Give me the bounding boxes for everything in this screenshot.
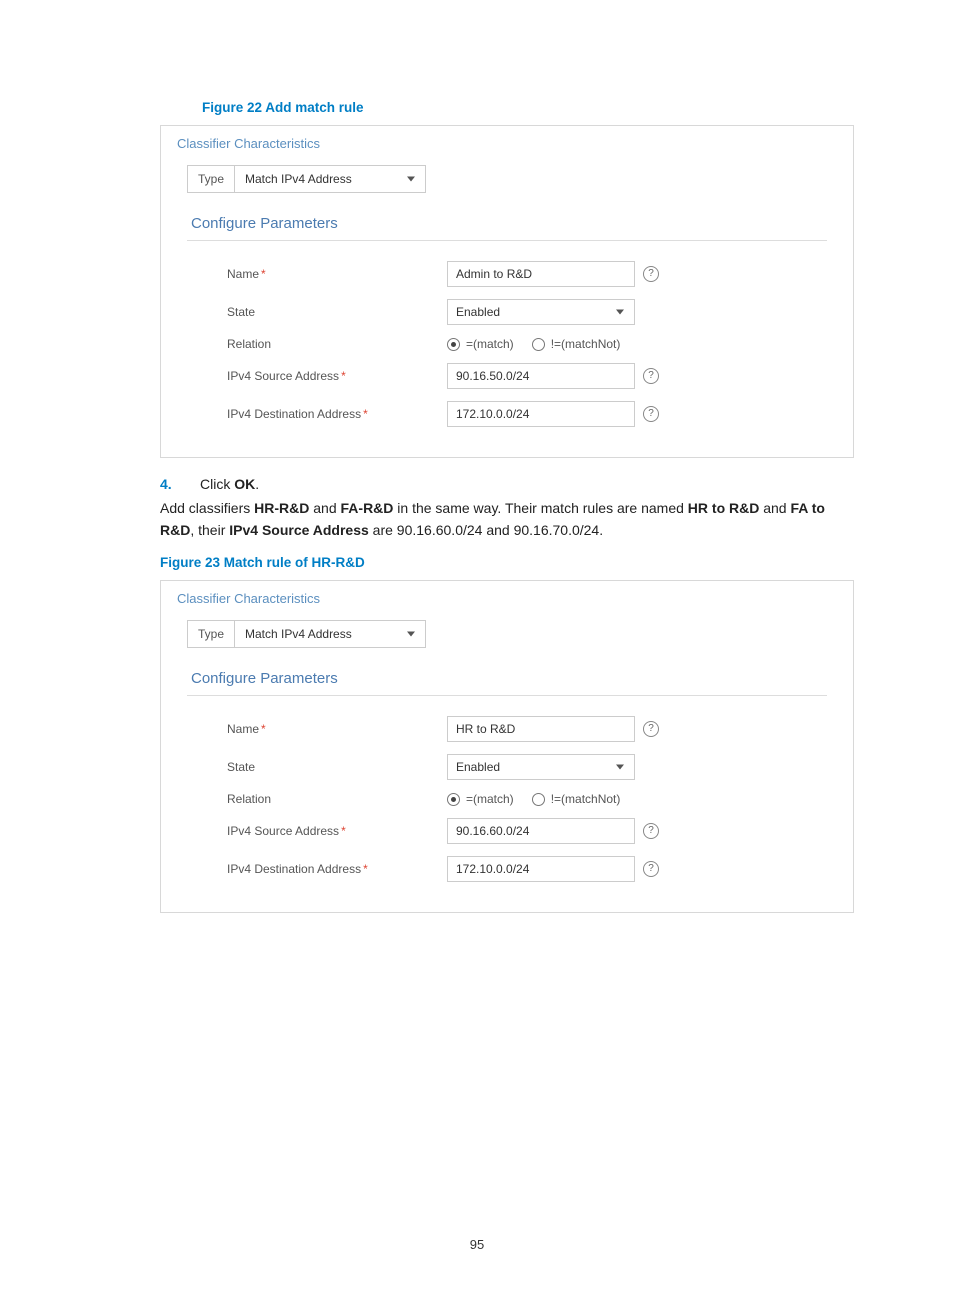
relation-radio-group: =(match) !=(matchNot) [447, 792, 620, 806]
required-marker: * [341, 824, 346, 838]
field-dst: 172.10.0.0/24 ? [447, 856, 659, 882]
field-dst: 172.10.0.0/24 ? [447, 401, 659, 427]
label-state: State [187, 305, 447, 319]
label-dst: IPv4 Destination Address* [187, 862, 447, 876]
type-select-value: Match IPv4 Address [245, 627, 352, 641]
figure-23-panel: Classifier Characteristics Type Match IP… [160, 580, 854, 913]
figure-22-panel: Classifier Characteristics Type Match IP… [160, 125, 854, 458]
field-relation: =(match) !=(matchNot) [447, 792, 620, 806]
radio-match-label: =(match) [466, 337, 514, 351]
required-marker: * [341, 369, 346, 383]
src-input[interactable]: 90.16.50.0/24 [447, 363, 635, 389]
label-relation: Relation [187, 337, 447, 351]
help-icon[interactable]: ? [643, 823, 659, 839]
row-src: IPv4 Source Address* 90.16.60.0/24 ? [187, 818, 827, 844]
help-icon[interactable]: ? [643, 861, 659, 877]
configure-parameters-title: Configure Parameters [187, 670, 827, 696]
label-src: IPv4 Source Address* [187, 369, 447, 383]
form-grid: Name* Admin to R&D ? State Enabled Relat… [187, 261, 827, 427]
radio-match-not-label: !=(matchNot) [551, 337, 621, 351]
state-select[interactable]: Enabled [447, 754, 635, 780]
radio-match[interactable] [447, 338, 460, 351]
row-relation: Relation =(match) !=(matchNot) [187, 792, 827, 806]
label-name: Name* [187, 722, 447, 736]
type-label: Type [187, 620, 234, 648]
type-select[interactable]: Match IPv4 Address [234, 620, 426, 648]
panel-title: Classifier Characteristics [175, 585, 839, 620]
required-marker: * [261, 722, 266, 736]
required-marker: * [261, 267, 266, 281]
radio-match-not-label: !=(matchNot) [551, 792, 621, 806]
required-marker: * [363, 407, 368, 421]
name-input[interactable]: HR to R&D [447, 716, 635, 742]
chevron-down-icon [616, 765, 624, 770]
label-name: Name* [187, 267, 447, 281]
row-dst: IPv4 Destination Address* 172.10.0.0/24 … [187, 856, 827, 882]
help-icon[interactable]: ? [643, 721, 659, 737]
dst-input[interactable]: 172.10.0.0/24 [447, 401, 635, 427]
type-select-value: Match IPv4 Address [245, 172, 352, 186]
help-icon[interactable]: ? [643, 368, 659, 384]
field-state: Enabled [447, 299, 635, 325]
field-src: 90.16.50.0/24 ? [447, 363, 659, 389]
row-relation: Relation =(match) !=(matchNot) [187, 337, 827, 351]
label-src: IPv4 Source Address* [187, 824, 447, 838]
required-marker: * [363, 862, 368, 876]
row-state: State Enabled [187, 754, 827, 780]
step-4: 4. Click OK. [160, 476, 854, 492]
type-label: Type [187, 165, 234, 193]
radio-match-label: =(match) [466, 792, 514, 806]
src-input[interactable]: 90.16.60.0/24 [447, 818, 635, 844]
row-state: State Enabled [187, 299, 827, 325]
label-dst: IPv4 Destination Address* [187, 407, 447, 421]
state-select[interactable]: Enabled [447, 299, 635, 325]
radio-match-not[interactable] [532, 338, 545, 351]
field-name: HR to R&D ? [447, 716, 659, 742]
relation-radio-group: =(match) !=(matchNot) [447, 337, 620, 351]
panel-title: Classifier Characteristics [175, 130, 839, 165]
field-name: Admin to R&D ? [447, 261, 659, 287]
label-state: State [187, 760, 447, 774]
row-name: Name* HR to R&D ? [187, 716, 827, 742]
chevron-down-icon [407, 177, 415, 182]
figure-22-caption: Figure 22 Add match rule [202, 100, 854, 115]
label-relation: Relation [187, 792, 447, 806]
help-icon[interactable]: ? [643, 266, 659, 282]
radio-match[interactable] [447, 793, 460, 806]
type-row: Type Match IPv4 Address [187, 620, 827, 648]
row-dst: IPv4 Destination Address* 172.10.0.0/24 … [187, 401, 827, 427]
step-body: Click OK. [200, 476, 854, 492]
help-icon[interactable]: ? [643, 406, 659, 422]
field-state: Enabled [447, 754, 635, 780]
chevron-down-icon [616, 310, 624, 315]
field-src: 90.16.60.0/24 ? [447, 818, 659, 844]
step-number: 4. [160, 476, 200, 492]
type-select[interactable]: Match IPv4 Address [234, 165, 426, 193]
dst-input[interactable]: 172.10.0.0/24 [447, 856, 635, 882]
radio-match-not[interactable] [532, 793, 545, 806]
row-src: IPv4 Source Address* 90.16.50.0/24 ? [187, 363, 827, 389]
figure-23-caption: Figure 23 Match rule of HR-R&D [160, 555, 854, 570]
name-input[interactable]: Admin to R&D [447, 261, 635, 287]
page-number: 95 [0, 1237, 954, 1252]
type-row: Type Match IPv4 Address [187, 165, 827, 193]
field-relation: =(match) !=(matchNot) [447, 337, 620, 351]
form-grid: Name* HR to R&D ? State Enabled Relation [187, 716, 827, 882]
configure-parameters-title: Configure Parameters [187, 215, 827, 241]
document-page: Figure 22 Add match rule Classifier Char… [0, 0, 954, 1296]
chevron-down-icon [407, 632, 415, 637]
paragraph-classifiers: Add classifiers HR-R&D and FA-R&D in the… [160, 498, 854, 541]
row-name: Name* Admin to R&D ? [187, 261, 827, 287]
